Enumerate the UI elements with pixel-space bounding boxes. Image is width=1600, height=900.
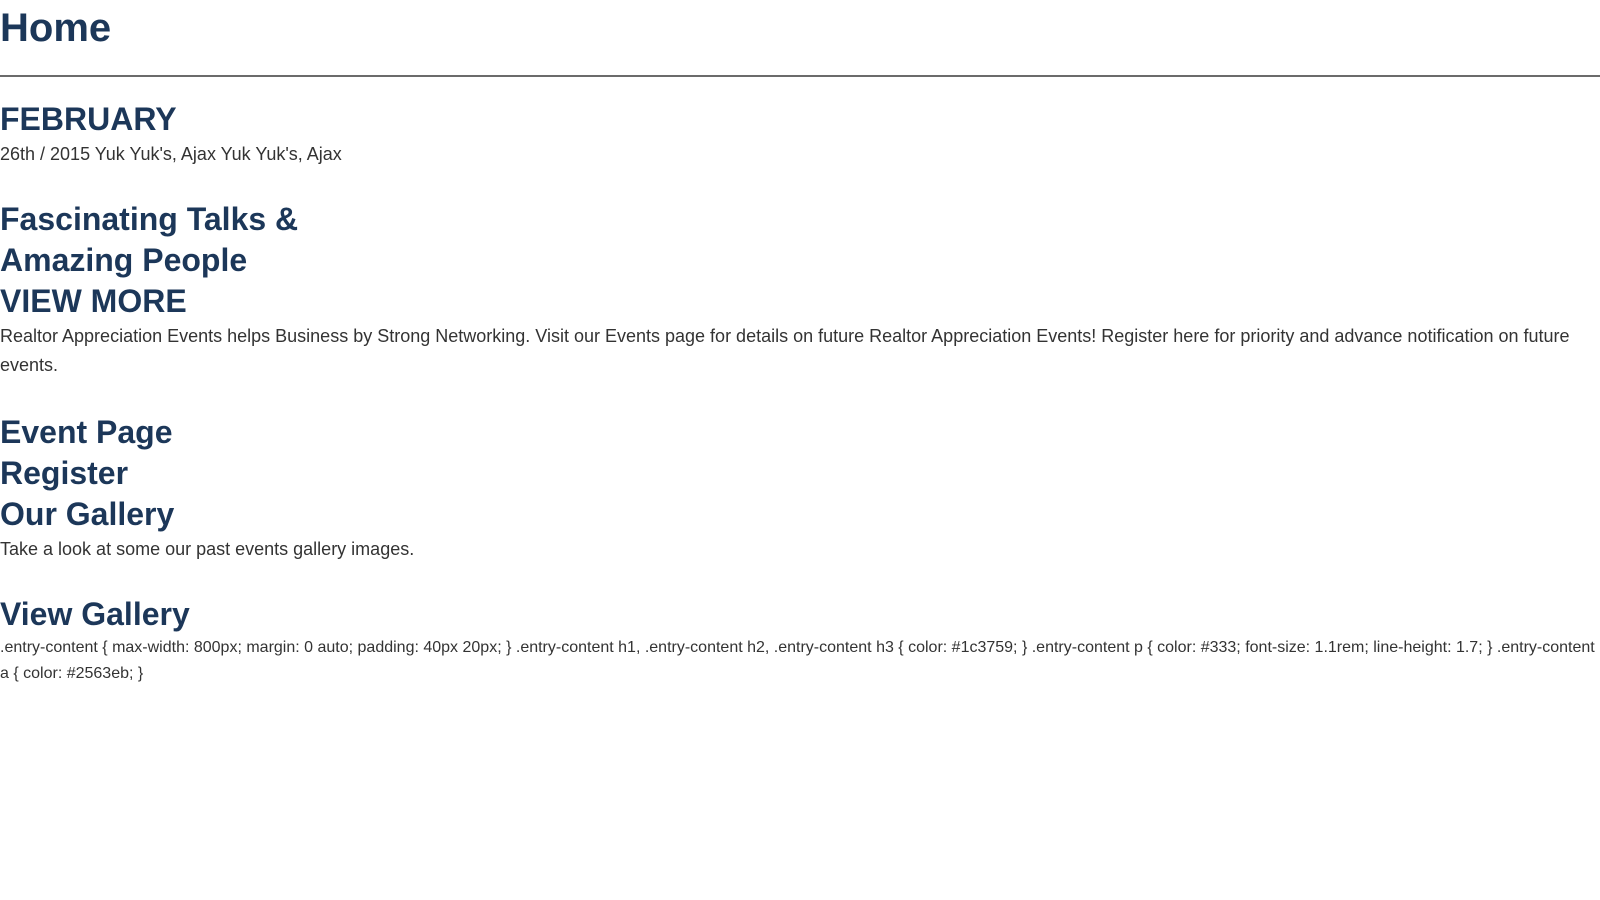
view-gallery-link[interactable]: View Gallery: [0, 594, 1600, 635]
page-header: Home: [0, 0, 1600, 77]
event-month: FEBRUARY: [0, 101, 177, 137]
event-page-link[interactable]: Event Page: [0, 412, 1600, 453]
event-date-location: 26th / 2015 Yuk Yuk's, Ajax Yuk Yuk's, A…: [0, 144, 342, 164]
feature-description: Realtor Appreciation Events helps Busine…: [0, 326, 1570, 375]
css-code-text: .entry-content { max-width: 800px; margi…: [0, 639, 1595, 682]
gallery-description: Take a look at some our past events gall…: [0, 539, 415, 559]
view-more-link[interactable]: VIEW MORE: [0, 281, 1600, 322]
main-content: FEBRUARY 26th / 2015 Yuk Yuk's, Ajax Yuk…: [0, 77, 1600, 687]
register-link[interactable]: Register: [0, 453, 1600, 494]
feature-heading-line1: Fascinating Talks &: [0, 201, 299, 237]
page: Home FEBRUARY 26th / 2015 Yuk Yuk's, Aja…: [0, 0, 1600, 900]
our-gallery-heading: Our Gallery: [0, 496, 175, 532]
page-title: Home: [0, 6, 112, 50]
feature-heading-line2: Amazing People: [0, 242, 248, 278]
